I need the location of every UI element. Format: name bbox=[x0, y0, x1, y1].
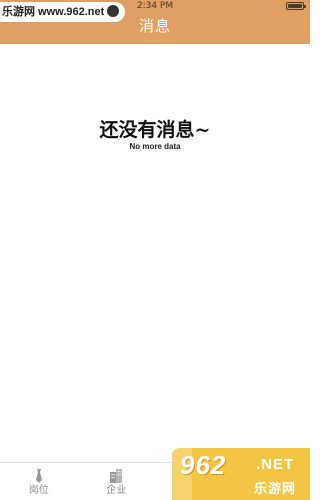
battery-icon bbox=[286, 2, 306, 10]
tab-jobs-label: 岗位 bbox=[28, 485, 49, 496]
watermark-bottom-suffix: .NET bbox=[256, 456, 295, 473]
tab-jobs[interactable]: 岗位 bbox=[0, 463, 78, 500]
tab-companies-label: 企业 bbox=[106, 485, 127, 496]
tab-companies[interactable]: 企业 bbox=[78, 463, 156, 500]
tie-icon bbox=[35, 469, 42, 483]
watermark-bottom-number: 962 bbox=[180, 450, 227, 480]
empty-state-message: 还没有消息~ bbox=[99, 119, 211, 141]
watermark-bottom: 962 .NET 乐游网 bbox=[172, 448, 310, 500]
building-icon bbox=[110, 469, 123, 483]
watermark-bottom-text: 乐游网 bbox=[254, 482, 297, 497]
page-title: 消息 bbox=[138, 17, 171, 35]
header-bar: 乐游网 www.962.net 2:34 PM 消息 bbox=[0, 0, 310, 44]
empty-state-sub-message: No more data bbox=[129, 142, 181, 151]
status-time: 2:34 PM bbox=[136, 1, 174, 11]
